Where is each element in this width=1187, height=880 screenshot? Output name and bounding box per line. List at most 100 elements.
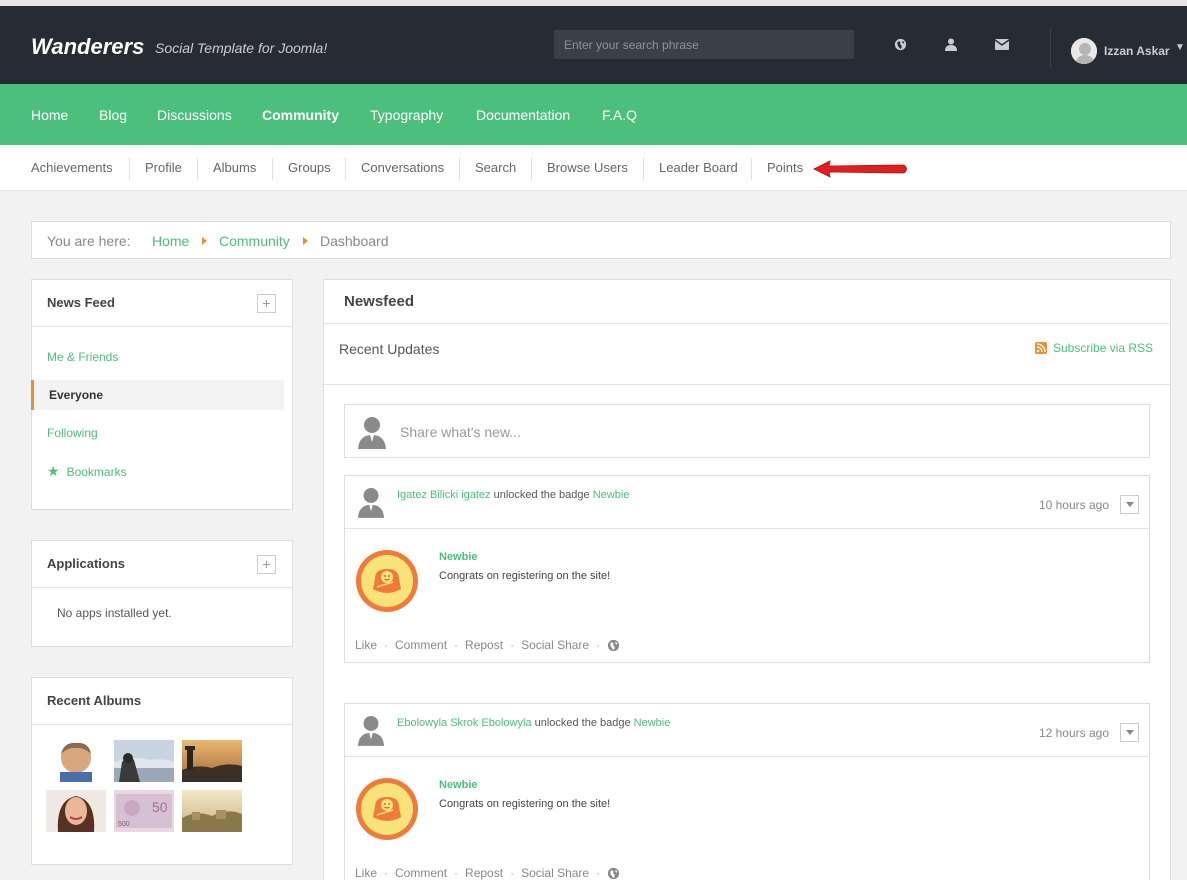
star-icon: ★ (47, 463, 60, 479)
user-avatar[interactable] (1071, 38, 1097, 64)
panel-header: Newsfeed (324, 280, 1170, 324)
activity-card: Ebolowyla Skrok Ebolowyla unlocked the b… (344, 703, 1150, 880)
globe-icon[interactable] (887, 31, 913, 57)
breadcrumb-community[interactable]: Community (219, 233, 290, 249)
activity-card-header: Igatez Bilicki igatez unlocked the badge… (345, 476, 1149, 529)
breadcrumb-label: You are here: (47, 233, 131, 249)
breadcrumb-home[interactable]: Home (152, 233, 189, 249)
avatar-placeholder-icon (358, 417, 386, 449)
main-nav: Home Blog Discussions Community Typograp… (0, 84, 1187, 145)
rss-subscribe-link[interactable]: Subscribe via RSS (1035, 341, 1153, 355)
social-share-button[interactable]: Social Share (521, 866, 589, 880)
search-input[interactable] (554, 30, 854, 59)
brand-tagline: Social Template for Joomla! (155, 40, 328, 56)
nav-blog[interactable]: Blog (99, 107, 127, 123)
add-button[interactable]: + (257, 555, 276, 574)
panel-title: News Feed (47, 295, 115, 310)
breadcrumb: You are here: Home Community Dashboard (31, 221, 1171, 259)
avatar-placeholder-icon[interactable] (357, 714, 385, 746)
rss-icon (1035, 342, 1047, 354)
subnav-browse-users[interactable]: Browse Users (547, 160, 628, 175)
subnav-achievements[interactable]: Achievements (31, 160, 113, 175)
panel-header: News Feed + (32, 280, 292, 327)
nav-faq[interactable]: F.A.Q (602, 107, 637, 123)
nav-home[interactable]: Home (31, 107, 68, 123)
newsfeed-subtitle: Recent Updates (339, 341, 440, 357)
applications-panel: Applications + No apps installed yet. (31, 540, 293, 647)
album-thumbnail[interactable] (114, 740, 174, 782)
like-button[interactable]: Like (355, 638, 377, 652)
album-thumbnail[interactable] (46, 740, 106, 782)
activity-card-header: Ebolowyla Skrok Ebolowyla unlocked the b… (345, 704, 1149, 757)
social-share-button[interactable]: Social Share (521, 638, 589, 652)
recent-albums-panel: Recent Albums 50 500 (31, 677, 293, 865)
feed-filter-bookmarks[interactable]: ★ Bookmarks (47, 463, 127, 480)
newbie-badge-icon (356, 550, 418, 612)
badge-description: Congrats on registering on the site! (439, 798, 611, 810)
mail-icon[interactable] (989, 31, 1015, 57)
red-arrow-icon (813, 160, 907, 178)
feed-filter-following[interactable]: Following (47, 426, 98, 440)
nav-typography[interactable]: Typography (370, 107, 443, 123)
badge-description: Congrats on registering on the site! (439, 570, 611, 582)
feed-filter-label: Everyone (49, 388, 104, 402)
badge-title[interactable]: Newbie (439, 551, 478, 563)
user-name[interactable]: Izzan Askar (1104, 44, 1170, 58)
globe-icon[interactable] (607, 867, 620, 880)
avatar-placeholder-icon[interactable] (357, 486, 385, 518)
like-button[interactable]: Like (355, 866, 377, 880)
nav-discussions[interactable]: Discussions (157, 107, 232, 123)
chevron-down-icon[interactable] (1120, 495, 1139, 514)
album-thumbnail[interactable]: 50 500 (114, 790, 174, 832)
album-thumbnail[interactable] (182, 740, 242, 782)
nav-documentation[interactable]: Documentation (476, 107, 570, 123)
newsfeed-title: Newsfeed (344, 293, 415, 310)
repost-button[interactable]: Repost (465, 866, 503, 880)
panel-title: Applications (47, 556, 126, 571)
badge-title[interactable]: Newbie (439, 779, 478, 791)
activity-time: 10 hours ago (1038, 498, 1109, 512)
activity-badge-link[interactable]: Newbie (593, 489, 630, 501)
subnav-separator (643, 158, 644, 180)
subnav-profile[interactable]: Profile (145, 160, 182, 175)
activity-user-link[interactable]: Igatez Bilicki igatez (397, 489, 491, 501)
breadcrumb-current: Dashboard (320, 233, 389, 249)
feed-filter-me-friends[interactable]: Me & Friends (47, 350, 118, 364)
subnav-separator (129, 158, 130, 180)
rss-label: Subscribe via RSS (1053, 341, 1154, 355)
activity-card: Igatez Bilicki igatez unlocked the badge… (344, 475, 1150, 663)
subnav-search[interactable]: Search (475, 160, 516, 175)
activity-actions: Like · Comment · Repost · Social Share · (355, 866, 620, 880)
chevron-down-icon[interactable]: ▼ (1175, 42, 1185, 53)
panel-header: Recent Albums (32, 678, 292, 725)
chevron-down-icon[interactable] (1120, 723, 1139, 742)
share-input[interactable]: Share what's new... (400, 424, 521, 440)
nav-community[interactable]: Community (262, 107, 339, 123)
brand-logo[interactable]: Wanderers (31, 34, 144, 60)
subnav-separator (751, 158, 752, 180)
activity-badge-link[interactable]: Newbie (634, 717, 671, 729)
subnav-conversations[interactable]: Conversations (361, 160, 444, 175)
album-thumbnail[interactable] (46, 790, 106, 832)
activity-text: Ebolowyla Skrok Ebolowyla unlocked the b… (397, 717, 670, 729)
repost-button[interactable]: Repost (465, 638, 503, 652)
subnav-albums[interactable]: Albums (213, 160, 256, 175)
add-button[interactable]: + (257, 294, 276, 313)
feed-filter-everyone[interactable]: Everyone (31, 380, 284, 410)
activity-actions: Like · Comment · Repost · Social Share · (355, 638, 620, 652)
sub-nav: Achievements Profile Albums Groups Conve… (0, 145, 1187, 191)
activity-time: 12 hours ago (1038, 726, 1109, 740)
subnav-groups[interactable]: Groups (288, 160, 331, 175)
user-icon[interactable] (938, 31, 964, 57)
activity-user-link[interactable]: Ebolowyla Skrok Ebolowyla (397, 717, 532, 729)
topbar-divider (1050, 28, 1051, 68)
comment-button[interactable]: Comment (395, 638, 447, 652)
share-box[interactable]: Share what's new... (344, 404, 1150, 458)
comment-button[interactable]: Comment (395, 866, 447, 880)
album-thumbnail[interactable] (182, 790, 242, 832)
subnav-leader-board[interactable]: Leader Board (659, 160, 738, 175)
subnav-separator (531, 158, 532, 180)
subnav-points[interactable]: Points (767, 160, 803, 175)
globe-icon[interactable] (607, 639, 620, 652)
newbie-badge-icon (356, 778, 418, 840)
